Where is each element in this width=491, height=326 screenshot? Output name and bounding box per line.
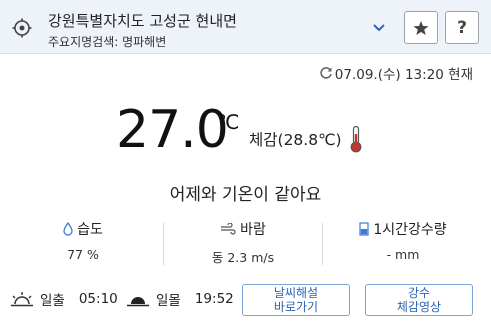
video-line2: 체감영상 xyxy=(396,300,442,314)
precipitation-label: 1시간강수량 xyxy=(373,222,447,238)
humidity-label: 습도 xyxy=(77,222,103,238)
feels-like-temperature: 체감(28.8℃) xyxy=(249,131,342,149)
divider xyxy=(163,223,164,265)
precipitation-value: - mm xyxy=(386,247,420,262)
droplet-icon xyxy=(63,222,73,236)
analysis-line2: 바로가기 xyxy=(273,300,319,314)
timestamp-text: 07.09.(수) 13:20 현재 xyxy=(334,67,473,83)
wind-icon xyxy=(221,223,236,235)
sunset: 일몰 19:52 xyxy=(126,289,234,309)
sunrise-icon xyxy=(11,292,33,307)
temperature-unit: ℃ xyxy=(217,110,240,134)
weather-analysis-button[interactable]: 날씨해설 바로가기 xyxy=(242,284,350,316)
divider xyxy=(322,223,323,265)
landmark-search: 주요지명검색: 명파해변 xyxy=(48,35,167,49)
favorite-button[interactable] xyxy=(404,11,438,44)
humidity-stat: 습도 77 % xyxy=(8,219,158,262)
temperature-comparison: 어제와 기온이 같아요 xyxy=(169,185,322,205)
help-button[interactable]: ? xyxy=(445,11,479,44)
precipitation-stat: 1시간강수량 - mm xyxy=(328,219,478,262)
sunset-label: 일몰 xyxy=(156,293,181,309)
rain-gauge-icon xyxy=(359,222,369,236)
wind-stat: 바람 동 2.3 m/s xyxy=(168,219,318,266)
star-icon xyxy=(413,20,429,35)
current-location-icon[interactable] xyxy=(12,18,32,38)
sunset-time: 19:52 xyxy=(194,291,234,307)
refresh-icon[interactable] xyxy=(319,66,333,80)
sunset-icon xyxy=(127,297,149,307)
chevron-down-icon[interactable] xyxy=(370,20,388,36)
wind-label: 바람 xyxy=(240,222,266,238)
wind-value: 동 2.3 m/s xyxy=(211,250,275,265)
precipitation-video-button[interactable]: 강수 체감영상 xyxy=(365,284,473,316)
location-header: 강원특별자치도 고성군 현내면 주요지명검색: 명파해변 ? xyxy=(0,0,491,54)
humidity-value: 77 % xyxy=(67,247,99,262)
sunrise-time: 05:10 xyxy=(78,291,118,307)
analysis-line1: 날씨해설 xyxy=(273,286,319,300)
thermometer-icon xyxy=(350,125,362,153)
current-temperature: 27.0 xyxy=(116,100,229,160)
weather-stats: 습도 77 % 바람 동 2.3 m/s 1시간강수량 - mm xyxy=(0,219,491,267)
video-line1: 강수 xyxy=(407,286,431,300)
sunrise: 일출 05:10 xyxy=(10,289,118,309)
sunrise-label: 일출 xyxy=(40,293,65,309)
observation-time: 07.09.(수) 13:20 현재 xyxy=(319,63,473,83)
location-name[interactable]: 강원특별자치도 고성군 현내면 xyxy=(48,10,237,31)
question-icon: ? xyxy=(457,17,467,38)
